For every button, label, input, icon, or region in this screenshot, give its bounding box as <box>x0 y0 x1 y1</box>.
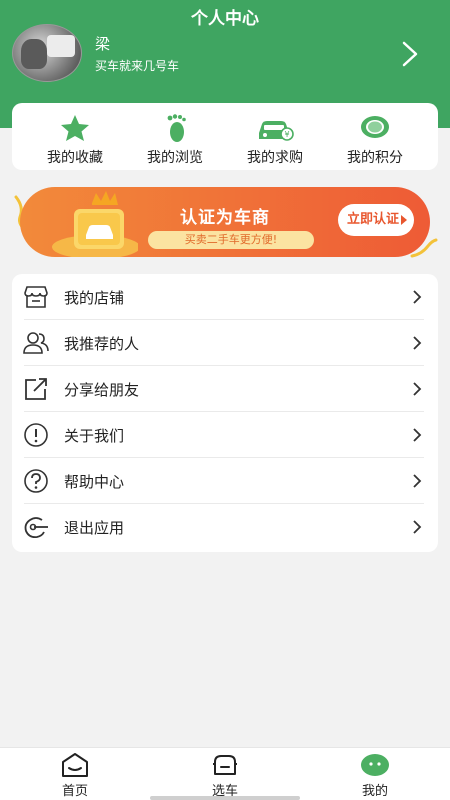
share-icon <box>25 378 47 400</box>
home-indicator <box>150 796 300 800</box>
dealer-certification-banner[interactable]: 认证为车商 买卖二手车更方便! 立即认证 <box>20 187 430 257</box>
menu-item-label: 关于我们 <box>64 427 125 445</box>
chevron-right-icon <box>413 474 422 488</box>
quick-item-history[interactable]: 我的浏览 <box>125 111 225 167</box>
star-icon <box>61 115 89 141</box>
menu-item-my-store[interactable]: 我的店铺 <box>12 274 438 320</box>
tab-select-car[interactable]: 选车 <box>185 748 265 800</box>
menu-item-label: 我推荐的人 <box>64 335 140 353</box>
page-title: 个人中心 <box>191 9 259 29</box>
svg-text:¥: ¥ <box>284 130 289 139</box>
avatar[interactable] <box>12 24 82 82</box>
menu-item-about[interactable]: 关于我们 <box>12 412 438 458</box>
chevron-right-icon <box>413 428 422 442</box>
menu-item-label: 分享给朋友 <box>64 381 140 399</box>
info-icon <box>24 423 48 447</box>
certify-now-label: 立即认证 <box>347 212 400 227</box>
home-icon <box>62 753 88 777</box>
store-icon <box>24 286 48 308</box>
decoration-icon <box>410 238 438 258</box>
tab-label: 首页 <box>61 784 88 799</box>
user-subtitle: 买车就来几号车 <box>95 59 180 73</box>
menu-item-label: 退出应用 <box>64 519 125 537</box>
chevron-right-icon[interactable] <box>398 40 422 68</box>
menu-item-label: 帮助中心 <box>64 473 125 491</box>
quick-item-label: 我的收藏 <box>47 150 103 166</box>
car-yen-icon: ¥ <box>259 121 294 141</box>
menu-item-referrals[interactable]: 我推荐的人 <box>12 320 438 366</box>
menu-item-help[interactable]: 帮助中心 <box>12 458 438 504</box>
car-select-icon <box>213 755 237 775</box>
users-icon <box>23 332 49 354</box>
menu-list: 我的店铺 我推荐的人 分享给朋友 关于我们 帮助中心 退出应用 <box>12 274 438 552</box>
quick-item-favorites[interactable]: 我的收藏 <box>25 111 125 167</box>
banner-title: 认证为车商 <box>180 208 270 228</box>
quick-item-label: 我的浏览 <box>147 150 203 166</box>
footprint-icon <box>167 114 186 142</box>
play-arrow-icon <box>401 215 407 225</box>
menu-item-label: 我的店铺 <box>64 289 125 307</box>
menu-item-exit[interactable]: 退出应用 <box>12 504 438 550</box>
help-icon <box>24 469 48 493</box>
tab-profile[interactable]: 我的 <box>335 748 415 800</box>
certify-now-button[interactable]: 立即认证 <box>338 204 414 236</box>
quick-item-requests[interactable]: ¥ 我的求购 <box>225 111 325 167</box>
menu-item-share[interactable]: 分享给朋友 <box>12 366 438 412</box>
quick-actions-card: 我的收藏 我的浏览 ¥ 我的求购 我的积分 <box>12 103 438 170</box>
user-name: 梁 <box>95 35 111 53</box>
tab-label: 我的 <box>361 784 388 799</box>
crown-car-icon <box>52 191 138 257</box>
exit-icon <box>24 517 48 539</box>
quick-item-label: 我的积分 <box>347 150 403 166</box>
tab-home[interactable]: 首页 <box>35 748 115 800</box>
quick-item-points[interactable]: 我的积分 <box>325 111 425 167</box>
chevron-right-icon <box>413 382 422 396</box>
quick-item-label: 我的求购 <box>247 150 303 166</box>
banner-subtitle: 买卖二手车更方便! <box>148 231 314 249</box>
chevron-right-icon <box>413 336 422 350</box>
points-icon <box>361 116 389 138</box>
chevron-right-icon <box>413 520 422 534</box>
bottom-tab-bar: 首页 选车 我的 <box>0 747 450 800</box>
chevron-right-icon <box>413 290 422 304</box>
profile-icon <box>361 754 389 776</box>
